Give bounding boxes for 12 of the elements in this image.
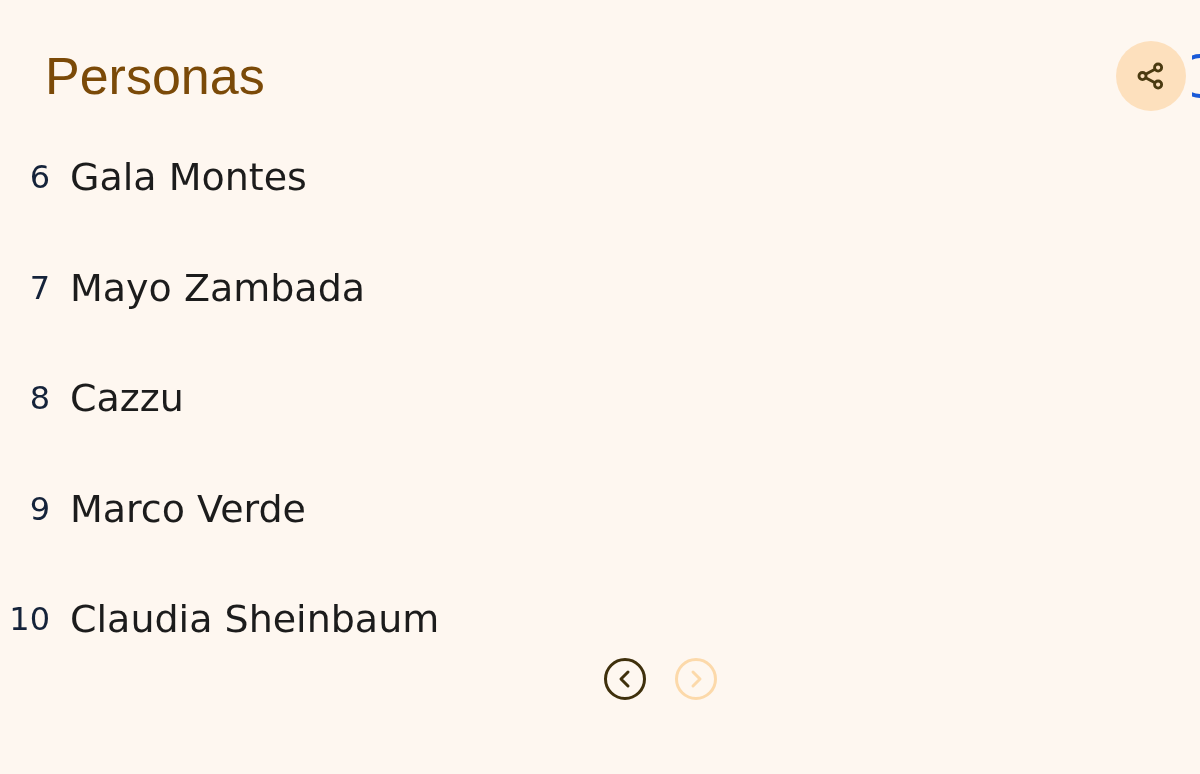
person-name[interactable]: Mayo Zambada — [70, 265, 366, 310]
rank-number: 9 — [28, 489, 51, 528]
person-name[interactable]: Claudia Sheinbaum — [70, 597, 440, 642]
rank-number: 8 — [28, 379, 51, 418]
section-title: Personas — [45, 46, 266, 106]
person-name[interactable]: Marco Verde — [70, 486, 306, 531]
person-name[interactable]: Cazzu — [70, 376, 184, 421]
person-name[interactable]: Gala Montes — [70, 155, 307, 200]
rank-number: 7 — [28, 268, 51, 307]
rank-number: 6 — [28, 158, 51, 197]
rank-number: 10 — [8, 600, 51, 639]
previous-page-button[interactable] — [602, 656, 647, 701]
